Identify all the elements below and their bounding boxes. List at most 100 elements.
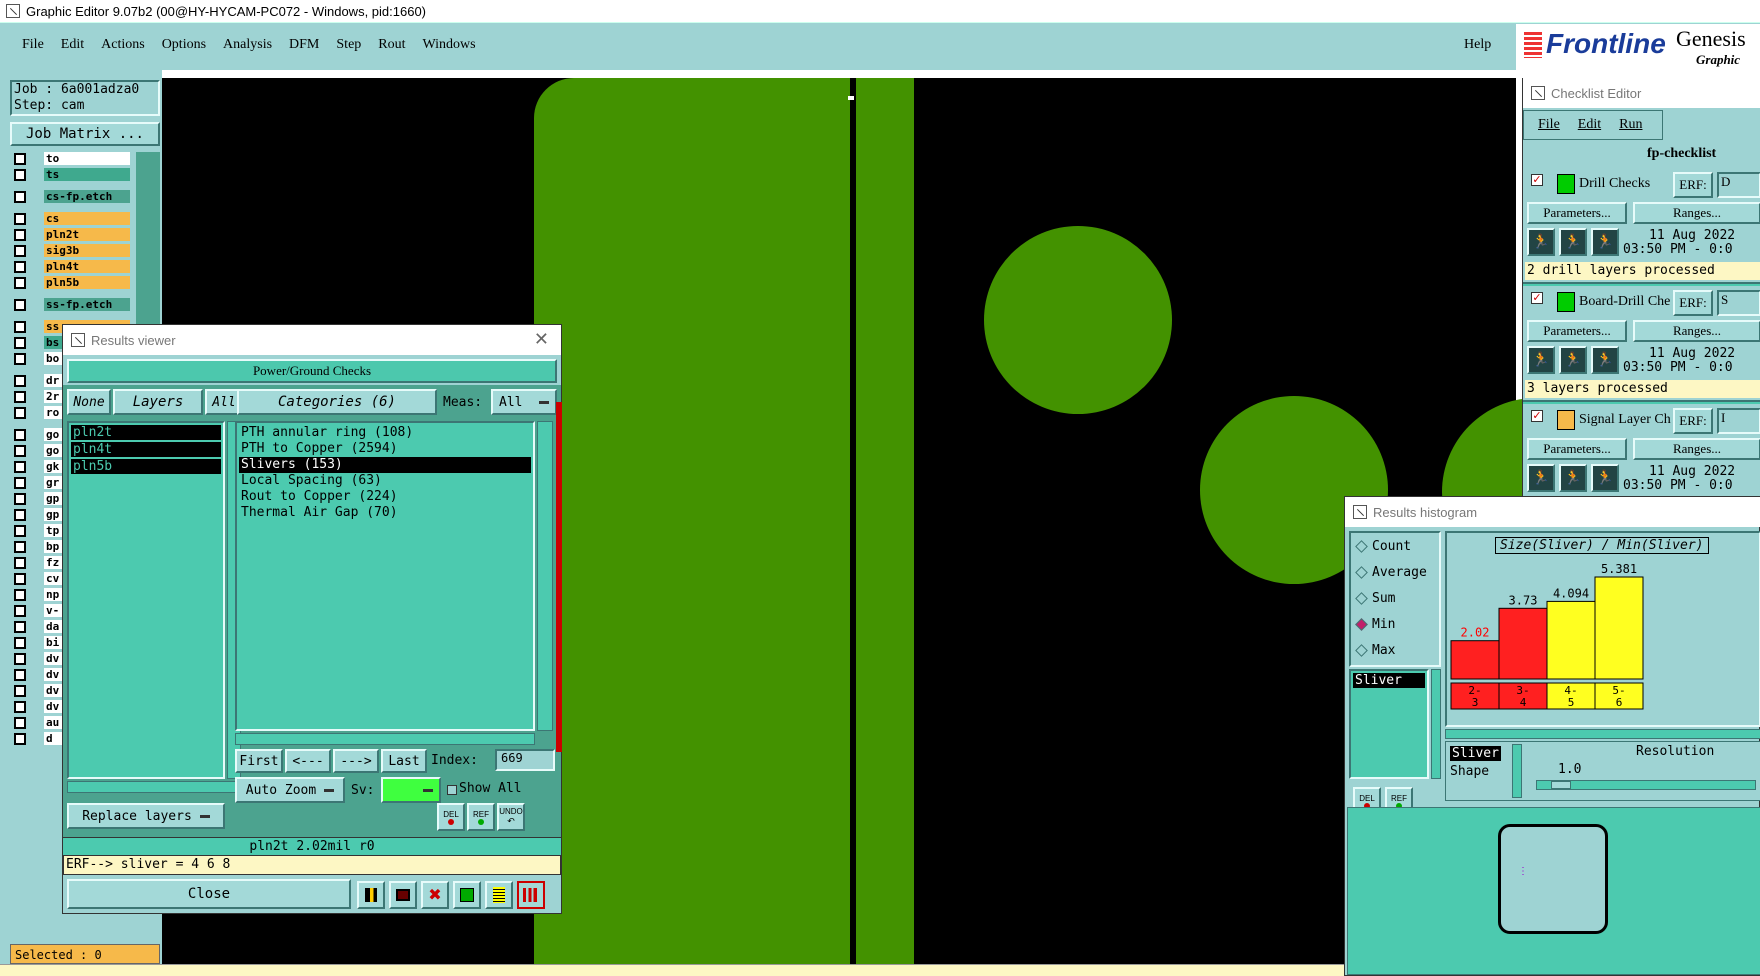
run-check-icon-2[interactable]: 🏃 bbox=[1559, 464, 1587, 492]
close-icon[interactable]: ✕ bbox=[534, 329, 549, 350]
layer-checkbox[interactable] bbox=[14, 299, 26, 311]
categories-button[interactable]: Categories (6) bbox=[237, 389, 437, 415]
sv-color-dropdown[interactable] bbox=[381, 777, 441, 803]
undo-button[interactable]: UNDO ↶ bbox=[497, 803, 525, 831]
menu-file[interactable]: File bbox=[22, 37, 44, 53]
first-button[interactable]: First bbox=[235, 749, 283, 773]
menu-rout[interactable]: Rout bbox=[378, 37, 405, 53]
category-item[interactable]: Local Spacing (63) bbox=[239, 473, 531, 489]
checklist-menu-edit[interactable]: Edit bbox=[1578, 117, 1601, 133]
layer-checkbox[interactable] bbox=[14, 429, 26, 441]
layer-checkbox[interactable] bbox=[14, 733, 26, 745]
layer-checkbox[interactable] bbox=[14, 493, 26, 505]
run-check-icon[interactable]: 🏃 bbox=[1527, 346, 1555, 374]
slider-handle[interactable] bbox=[1551, 781, 1571, 789]
layer-item[interactable]: cs-fp.etch bbox=[44, 190, 130, 203]
menu-step[interactable]: Step bbox=[336, 37, 361, 53]
layer-checkbox[interactable] bbox=[14, 321, 26, 333]
parameters-button[interactable]: Parameters... bbox=[1527, 438, 1627, 460]
layer-checkbox[interactable] bbox=[14, 605, 26, 617]
layer-item[interactable]: pln2t bbox=[44, 228, 130, 241]
meas-dropdown[interactable]: All bbox=[491, 389, 557, 415]
layer-item[interactable]: sig3b bbox=[44, 244, 130, 257]
layer-checkbox[interactable] bbox=[14, 541, 26, 553]
report-icon[interactable] bbox=[485, 881, 513, 909]
layer-checkbox[interactable] bbox=[14, 445, 26, 457]
layer-checkbox[interactable] bbox=[14, 407, 26, 419]
index-field[interactable]: 669 bbox=[495, 749, 555, 771]
histogram-bar[interactable] bbox=[1594, 576, 1644, 680]
category-item[interactable]: Slivers (153) bbox=[239, 457, 531, 473]
resolution-slider[interactable] bbox=[1536, 780, 1756, 790]
stat-radio-sum[interactable]: Sum bbox=[1355, 591, 1395, 606]
auto-zoom-button[interactable]: Auto Zoom bbox=[235, 777, 345, 803]
checklist-menu-file[interactable]: File bbox=[1538, 117, 1560, 133]
layer-checkbox[interactable] bbox=[14, 153, 26, 165]
chart-hscroll[interactable] bbox=[1445, 729, 1760, 739]
run-check-icon-2[interactable]: 🏃 bbox=[1559, 228, 1587, 256]
layer-checkbox[interactable] bbox=[14, 717, 26, 729]
layer-checkbox[interactable] bbox=[14, 461, 26, 473]
run-check-icon-3[interactable]: 🏃 bbox=[1591, 464, 1619, 492]
layer-checkbox[interactable] bbox=[14, 573, 26, 585]
layer-checkbox[interactable] bbox=[14, 509, 26, 521]
monitor-icon[interactable] bbox=[389, 881, 417, 909]
number-icon[interactable] bbox=[453, 881, 481, 909]
cross-grid-icon[interactable]: ✖ bbox=[421, 881, 449, 909]
ranges-button[interactable]: Ranges... bbox=[1633, 320, 1760, 342]
next-button[interactable]: ---> bbox=[333, 749, 379, 773]
run-check-icon-2[interactable]: 🏃 bbox=[1559, 346, 1587, 374]
prev-button[interactable]: <--- bbox=[285, 749, 331, 773]
ref-button[interactable]: REF bbox=[467, 803, 495, 831]
category-item[interactable]: Rout to Copper (224) bbox=[239, 489, 531, 505]
erf-button[interactable]: ERF: bbox=[1673, 408, 1713, 434]
layer-checkbox[interactable] bbox=[14, 277, 26, 289]
layer-checkbox[interactable] bbox=[14, 621, 26, 633]
layer-checkbox[interactable] bbox=[14, 391, 26, 403]
menu-options[interactable]: Options bbox=[162, 37, 206, 53]
erf-value[interactable]: S bbox=[1717, 290, 1760, 316]
series-list-scroll[interactable] bbox=[1431, 669, 1441, 779]
del-button[interactable]: DEL bbox=[437, 803, 465, 831]
run-check-icon[interactable]: 🏃 bbox=[1527, 228, 1555, 256]
category-hscroll[interactable] bbox=[235, 733, 535, 745]
layer-checkbox[interactable] bbox=[14, 701, 26, 713]
histogram-bar[interactable] bbox=[1546, 600, 1596, 680]
shape-scroll[interactable] bbox=[1512, 744, 1522, 798]
run-check-icon-3[interactable]: 🏃 bbox=[1591, 346, 1619, 374]
result-layer-item[interactable]: pln2t bbox=[71, 425, 221, 440]
layer-checkbox[interactable] bbox=[14, 229, 26, 241]
layer-checkbox[interactable] bbox=[14, 653, 26, 665]
erf-button[interactable]: ERF: bbox=[1673, 290, 1713, 316]
erf-button[interactable]: ERF: bbox=[1673, 172, 1713, 198]
menu-dfm[interactable]: DFM bbox=[289, 37, 319, 53]
stat-radio-min[interactable]: Min bbox=[1355, 617, 1395, 632]
layer-checkbox[interactable] bbox=[14, 375, 26, 387]
replace-layers-button[interactable]: Replace layers bbox=[67, 803, 225, 829]
shape-selected[interactable]: Sliver bbox=[1450, 746, 1501, 761]
result-layer-list[interactable]: pln2t pln4t pln5b bbox=[67, 421, 225, 779]
series-item-sliver[interactable]: Sliver bbox=[1353, 673, 1425, 688]
category-item[interactable]: PTH to Copper (2594) bbox=[239, 441, 531, 457]
layer-checkbox[interactable] bbox=[14, 213, 26, 225]
parameters-button[interactable]: Parameters... bbox=[1527, 202, 1627, 224]
layer-checkbox[interactable] bbox=[14, 637, 26, 649]
run-check-icon-3[interactable]: 🏃 bbox=[1591, 228, 1619, 256]
histogram-icon-2[interactable] bbox=[517, 881, 545, 909]
menu-actions[interactable]: Actions bbox=[101, 37, 145, 53]
parameters-button[interactable]: Parameters... bbox=[1527, 320, 1627, 342]
layer-checkbox[interactable] bbox=[14, 477, 26, 489]
run-check-icon[interactable]: 🏃 bbox=[1527, 464, 1555, 492]
stat-radio-average[interactable]: Average bbox=[1355, 565, 1427, 580]
erf-value[interactable]: D bbox=[1717, 172, 1760, 198]
layer-item[interactable]: ts bbox=[44, 168, 130, 181]
stat-radio-max[interactable]: Max bbox=[1355, 643, 1395, 658]
layer-list-hscroll[interactable] bbox=[67, 781, 241, 793]
layer-checkbox[interactable] bbox=[14, 191, 26, 203]
layer-checkbox[interactable] bbox=[14, 557, 26, 569]
check-enabled-checkbox[interactable]: ✓ bbox=[1531, 174, 1543, 186]
menu-windows[interactable]: Windows bbox=[423, 37, 476, 53]
result-layer-item[interactable]: pln4t bbox=[71, 442, 221, 457]
menu-help[interactable]: Help bbox=[1464, 37, 1491, 53]
layer-checkbox[interactable] bbox=[14, 245, 26, 257]
